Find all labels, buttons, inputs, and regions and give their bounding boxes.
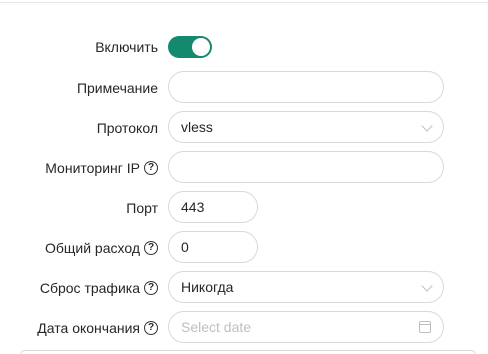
monitor-ip-label: Мониторинг IP?: [45, 151, 158, 185]
expiry-date-picker[interactable]: [168, 311, 444, 343]
row-total-traffic: Общий расход?: [0, 231, 488, 265]
chevron-down-icon: [421, 280, 433, 292]
expiry-date-label: Дата окончания?: [37, 311, 158, 345]
help-icon[interactable]: ?: [144, 321, 158, 335]
row-remark: Примечание: [0, 71, 488, 105]
remark-input[interactable]: [168, 71, 444, 103]
protocol-value: vless: [181, 119, 213, 135]
toggle-knob: [192, 38, 210, 56]
traffic-reset-label: Сброс трафика?: [40, 271, 158, 305]
total-traffic-input[interactable]: [168, 231, 258, 263]
divider: [0, 2, 488, 3]
row-traffic-reset: Сброс трафика? Никогда: [0, 271, 488, 305]
port-input[interactable]: [168, 191, 258, 223]
protocol-select[interactable]: vless: [168, 111, 444, 143]
enable-label: Включить: [95, 39, 158, 55]
help-icon[interactable]: ?: [144, 161, 158, 175]
help-icon[interactable]: ?: [144, 241, 158, 255]
chevron-down-icon: [421, 120, 433, 132]
row-expiry-date: Дата окончания?: [0, 311, 488, 345]
port-label: Порт: [126, 200, 158, 216]
traffic-reset-value: Никогда: [181, 279, 234, 295]
row-port: Порт: [0, 191, 488, 225]
row-enable: Включить: [0, 30, 488, 64]
row-protocol: Протокол vless: [0, 111, 488, 145]
enable-toggle[interactable]: [168, 36, 212, 58]
calendar-icon: [419, 321, 431, 333]
monitor-ip-input[interactable]: [168, 151, 444, 183]
total-traffic-label: Общий расход?: [45, 231, 158, 265]
next-section-box: [20, 350, 476, 354]
help-icon[interactable]: ?: [144, 281, 158, 295]
remark-label: Примечание: [76, 80, 158, 96]
traffic-reset-select[interactable]: Никогда: [168, 271, 444, 303]
row-monitor-ip: Мониторинг IP?: [0, 151, 488, 185]
protocol-label: Протокол: [96, 120, 158, 136]
